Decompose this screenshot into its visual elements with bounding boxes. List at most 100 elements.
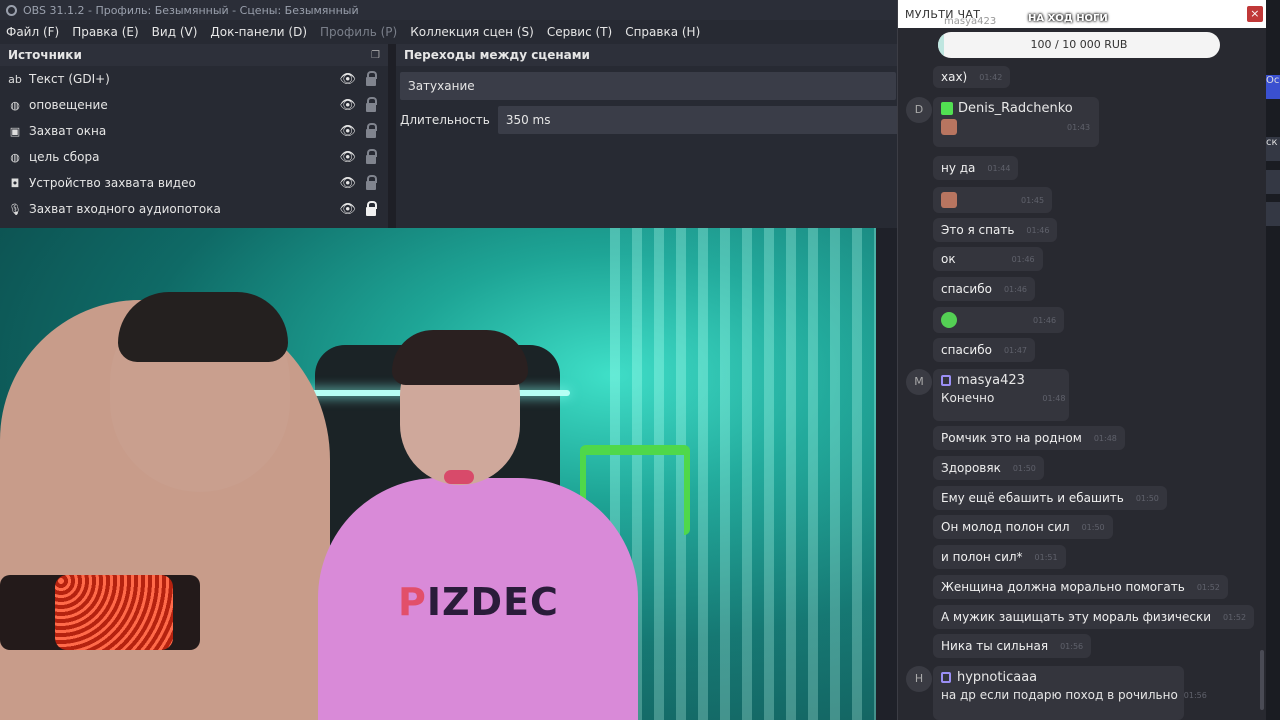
browser-icon: ◍ — [10, 150, 20, 164]
chat-username[interactable]: Denis_Radchenko — [941, 101, 1091, 116]
obs-desktop: OBS 31.1.2 - Профиль: Безымянный - Сцены… — [0, 0, 1280, 720]
goal-amount: 100 / 10 000 RUB — [1030, 38, 1128, 51]
chat-message: 01:46 — [933, 307, 1065, 333]
chat-message: Женщина должна морально помогать 01:52 — [933, 575, 1228, 599]
chat-message: 01:45 — [933, 187, 1053, 213]
chat-message: Здоровяк 01:50 — [933, 456, 1044, 480]
lock-icon[interactable] — [366, 175, 377, 190]
chat-scrollbar[interactable] — [1260, 650, 1264, 710]
chat-message: Ника ты сильная 01:56 — [933, 634, 1092, 658]
camera-feed: PIZDEC — [0, 228, 876, 720]
menu-edit[interactable]: Правка (E) — [72, 25, 138, 39]
source-item-video-capture[interactable]: ◘ Устройство захвата видео 👁 — [0, 170, 388, 196]
emote-icon — [941, 119, 957, 135]
source-label: цель сбора — [29, 150, 100, 164]
person-left-hair — [118, 292, 288, 362]
lock-icon[interactable] — [366, 149, 377, 164]
chat-message: хах) 01:42 — [933, 66, 1011, 88]
sources-title: Источники — [8, 48, 82, 62]
lock-icon[interactable] — [366, 201, 377, 216]
source-label: Текст (GDI+) — [29, 72, 110, 86]
source-label: Устройство захвата видео — [29, 176, 196, 190]
source-item-text[interactable]: ab Текст (GDI+) 👁 — [0, 66, 388, 92]
eye-icon[interactable]: 👁 — [339, 72, 356, 87]
avatar: H — [906, 666, 932, 692]
eye-icon[interactable]: 👁 — [339, 202, 356, 217]
transitions-title: Переходы между сценами — [404, 48, 590, 62]
source-item-window-capture[interactable]: ▣ Захват окна 👁 — [0, 118, 388, 144]
chat-username[interactable]: masya423 — [941, 373, 1061, 388]
avatar: D — [906, 97, 932, 123]
menu-view[interactable]: Вид (V) — [152, 25, 198, 39]
chat-message: спасибо 01:46 — [933, 277, 1035, 301]
right-edge-button[interactable] — [1266, 170, 1280, 194]
camera-icon: ◘ — [10, 176, 20, 190]
chat-message: masya423 Конечно 01:48 — [933, 369, 1069, 421]
lock-icon[interactable] — [366, 71, 377, 86]
partial-username: masya423 — [944, 16, 997, 27]
twitch-icon — [941, 375, 951, 386]
goal-title: НА ХОД НОГИ — [1028, 13, 1108, 24]
chat-message: ну да 01:44 — [933, 156, 1019, 180]
lock-icon[interactable] — [366, 123, 377, 138]
source-item-alert[interactable]: ◍ оповещение 👁 — [0, 92, 388, 118]
chat-message: спасибо 01:47 — [933, 338, 1035, 362]
duration-row: Длительность 350 ms — [400, 106, 908, 134]
sources-header: Источники ❐ — [0, 44, 388, 66]
emote-icon — [941, 312, 957, 328]
source-label: оповещение — [29, 98, 108, 112]
source-item-goal[interactable]: ◍ цель сбора 👁 — [0, 144, 388, 170]
chat-message: А мужик защищать эту мораль физически 01:… — [933, 605, 1255, 629]
scene-transitions-dock: Переходы между сценами Затухание Длитель… — [396, 44, 908, 230]
eye-icon[interactable]: 👁 — [339, 176, 356, 191]
chat-message: hypnoticaaa на др если подарю поход в ро… — [933, 666, 1207, 720]
obs-right-edge — [1266, 0, 1280, 720]
chat-message: Это я спать 01:46 — [933, 218, 1058, 242]
transition-select[interactable]: Затухание — [400, 72, 896, 100]
eye-icon[interactable]: 👁 — [339, 98, 356, 113]
window-icon: ▣ — [9, 124, 21, 138]
duration-input[interactable]: 350 ms — [497, 106, 908, 134]
menu-profile[interactable]: Профиль (P) — [320, 25, 397, 39]
chat-message: Он молод полон сил 01:50 — [933, 515, 1113, 539]
microphone-icon: 🎙 — [8, 202, 22, 216]
source-item-audio-input[interactable]: 🎙 Захват входного аудиопотока 👁 — [0, 196, 388, 222]
chat-message: и полон сил* 01:51 — [933, 545, 1066, 569]
eye-icon[interactable]: 👁 — [339, 124, 356, 139]
source-label: Захват входного аудиопотока — [29, 202, 221, 216]
undock-icon[interactable]: ❐ — [371, 50, 380, 61]
shirt-print: PIZDEC — [398, 580, 559, 624]
microphone-grill — [55, 575, 173, 650]
chat-message: Ему ещё ебашить и ебашить 01:50 — [933, 486, 1167, 510]
right-edge-button[interactable] — [1266, 202, 1280, 226]
person-right-lips — [444, 470, 474, 484]
menu-file[interactable]: Файл (F) — [6, 25, 59, 39]
menu-scene-collection[interactable]: Коллекция сцен (S) — [410, 25, 534, 39]
duration-label: Длительность — [400, 113, 490, 127]
chat-message: Ромчик это на родном 01:48 — [933, 426, 1125, 450]
eye-icon[interactable]: 👁 — [339, 150, 356, 165]
kick-icon — [941, 102, 953, 115]
right-edge-button[interactable]: Ос — [1266, 75, 1280, 99]
browser-icon: ◍ — [10, 98, 20, 112]
twitch-icon — [941, 672, 951, 683]
text-icon: ab — [8, 72, 22, 86]
background-panel — [876, 228, 898, 720]
chat-message: Denis_Radchenko 01:43 — [933, 97, 1099, 147]
donation-goal-bar: 100 / 10 000 RUB — [938, 32, 1220, 58]
person-right-hair — [392, 330, 528, 385]
emote-icon — [941, 192, 957, 208]
right-edge-button[interactable]: ск — [1266, 137, 1280, 161]
close-button[interactable]: × — [1247, 6, 1263, 22]
sources-dock: Источники ❐ ab Текст (GDI+) 👁 ◍ оповещен… — [0, 44, 392, 230]
menu-tools[interactable]: Сервис (T) — [547, 25, 612, 39]
menu-docks[interactable]: Док-панели (D) — [210, 25, 307, 39]
multi-chat-window: МУЛЬТИ ЧАТ × 100 / 10 000 RUB НА ХОД НОГ… — [897, 0, 1266, 720]
window-title: OBS 31.1.2 - Профиль: Безымянный - Сцены… — [23, 3, 359, 17]
chat-message: ок 01:46 — [933, 247, 1043, 271]
transitions-header: Переходы между сценами — [396, 44, 900, 66]
chat-username[interactable]: hypnoticaaa — [941, 670, 1176, 685]
lock-icon[interactable] — [366, 97, 377, 112]
source-label: Захват окна — [29, 124, 107, 138]
menu-help[interactable]: Справка (H) — [625, 25, 700, 39]
